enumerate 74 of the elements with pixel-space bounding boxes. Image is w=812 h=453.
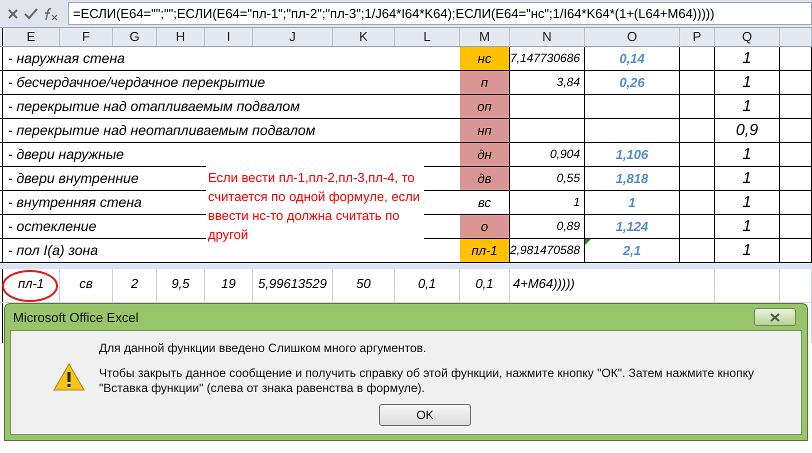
table-cell: - двери внутренние: [8, 170, 139, 186]
table-cell: 2: [113, 269, 157, 302]
table-cell: 0,1: [395, 269, 460, 302]
table-cell: 0,904: [510, 143, 585, 166]
table-cell: 19: [205, 269, 253, 302]
column-header[interactable]: J: [253, 28, 333, 46]
table-cell: пл-1: [460, 239, 510, 262]
table-cell: - бесчердачное/чердачное перекрытие: [8, 74, 266, 90]
column-header[interactable]: O: [585, 28, 680, 46]
table-cell: 1: [715, 167, 780, 190]
table-cell: 0,9: [715, 119, 780, 142]
warning-icon: [53, 363, 85, 391]
table-cell: 3,84: [510, 71, 585, 94]
table-cell: 1,106: [585, 143, 680, 166]
dialog-message: Для данной функции введено Слишком много аргументов.: [99, 341, 428, 356]
table-cell: - внутренняя стена: [8, 194, 142, 210]
table-cell: 9,5: [157, 269, 205, 302]
table-cell: 1: [585, 191, 680, 214]
table-cell: п: [460, 71, 510, 94]
table-cell: 0,89: [510, 215, 585, 238]
table-cell: оп: [460, 95, 510, 118]
table-cell: - наружная стена: [8, 50, 125, 66]
table-cell: - двери наружные: [8, 146, 124, 162]
table-cell: 5,99613529: [253, 269, 333, 302]
table-cell: 2,1: [585, 239, 680, 262]
formula-field[interactable]: =ЕСЛИ(E64="";"";ЕСЛИ(E64="пл-1";"пл-2";"пл-3";1/J64*I64*K64);ЕСЛИ(E64="нс";1/I64*K64*(1+(L64+M64))))): [68, 2, 812, 25]
error-indicator-icon: [585, 239, 591, 245]
column-header[interactable]: E: [3, 28, 60, 46]
table-cell: 1: [510, 191, 585, 214]
table-cell: 50: [333, 269, 395, 302]
close-button[interactable]: [754, 308, 796, 326]
column-header[interactable]: L: [395, 28, 460, 46]
table-cell: 1: [715, 239, 780, 262]
column-header[interactable]: P: [680, 28, 715, 46]
table-cell: 1: [715, 215, 780, 238]
table-cell: дв: [460, 167, 510, 190]
table-cell: нп: [460, 119, 510, 142]
dialog-message: Чтобы закрыть данное сообщение и получить справку об этой функции, нажмите кнопку "ОК". Затем нажмите кнопку "Вставка функции" (слева от знака равенства в формуле).: [99, 366, 755, 396]
cancel-icon[interactable]: [6, 8, 19, 20]
table-cell: 4+M64))))): [513, 276, 575, 291]
column-header[interactable]: K: [333, 28, 395, 46]
column-header[interactable]: H: [157, 28, 205, 46]
table-cell: - перекрытие над неотапливаемым подвалом: [8, 122, 316, 138]
table-cell: - пол I(а) зона: [8, 242, 98, 258]
table-cell: 1: [715, 47, 780, 70]
table-cell: 0,14: [585, 47, 680, 70]
table-cell: 0,1: [460, 269, 510, 302]
column-header[interactable]: N: [510, 28, 585, 46]
close-icon: [770, 312, 780, 322]
column-header[interactable]: F: [60, 28, 113, 46]
table-cell: 1: [715, 95, 780, 118]
column-header[interactable]: M: [460, 28, 510, 46]
table-cell: 1: [715, 71, 780, 94]
table-cell: св: [60, 269, 113, 302]
table-cell: 1,818: [585, 167, 680, 190]
table-cell: 0,26: [585, 71, 680, 94]
column-header[interactable]: Q: [715, 28, 780, 46]
table-cell: нс: [460, 47, 510, 70]
table-cell: 1: [715, 191, 780, 214]
table-cell: - остекление: [8, 218, 96, 234]
table-cell: о: [460, 215, 510, 238]
enter-icon[interactable]: [24, 8, 38, 20]
table-cell: 1: [715, 143, 780, 166]
table-cell: 0,55: [510, 167, 585, 190]
table-cell: пл-1: [3, 269, 60, 302]
dialog-title: Microsoft Office Excel: [13, 310, 138, 324]
table-cell: дн: [460, 143, 510, 166]
function-icon[interactable]: [43, 6, 60, 20]
table-cell: 7,147730686: [510, 47, 585, 70]
table-cell: - перекрытие над отапливаемым подвалом: [8, 98, 300, 114]
column-header[interactable]: G: [113, 28, 157, 46]
column-header[interactable]: I: [205, 28, 253, 46]
ok-button[interactable]: OK: [379, 404, 471, 426]
table-cell: 1,124: [585, 215, 680, 238]
